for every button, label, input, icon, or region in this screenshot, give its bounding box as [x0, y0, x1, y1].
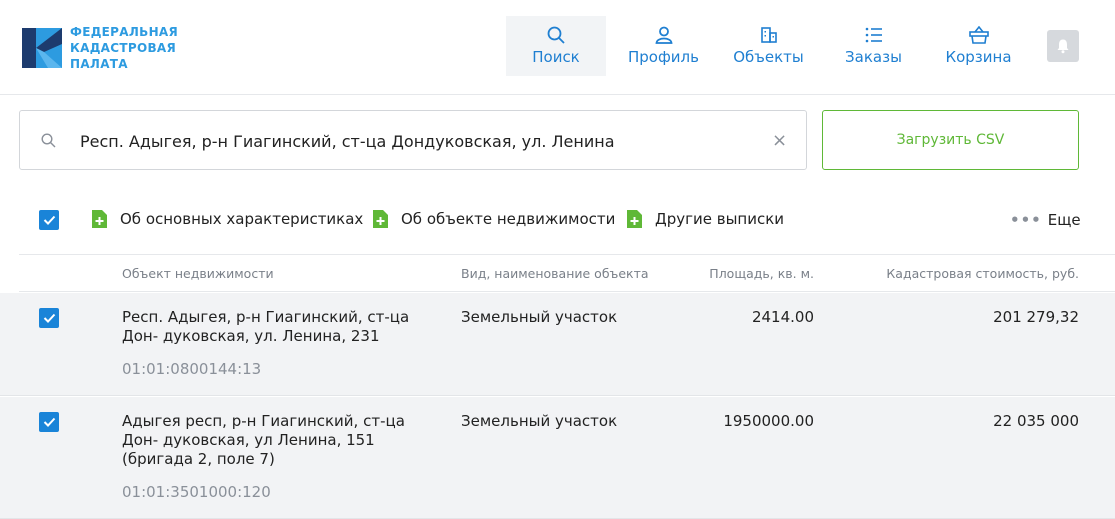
row-checkbox[interactable] [39, 412, 59, 432]
order-other-extracts[interactable]: Другие выписки [627, 210, 784, 228]
nav-profile-label: Профиль [628, 48, 699, 66]
upload-csv-button[interactable]: Загрузить CSV [822, 110, 1079, 170]
search-icon [547, 26, 565, 44]
notifications-button[interactable] [1047, 30, 1079, 62]
more-label: Еще [1047, 211, 1081, 229]
row-cost: 22 035 000 [993, 412, 1079, 430]
nav-orders[interactable]: Заказы [821, 16, 926, 76]
order-basic-characteristics[interactable]: Об основных характеристиках [92, 210, 363, 228]
document-add-icon [373, 210, 388, 228]
nav-cart-label: Корзина [945, 48, 1012, 66]
toolbar-item-label: Об основных характеристиках [120, 210, 364, 228]
row-cadastral-number: 01:01:0800144:13 [122, 360, 262, 378]
row-checkbox[interactable] [39, 308, 59, 328]
nav-orders-label: Заказы [845, 48, 902, 66]
more-button[interactable]: ••• Еще [1010, 211, 1081, 229]
clear-search-icon[interactable]: × [772, 130, 787, 151]
nav-search[interactable]: Поиск [506, 16, 606, 76]
column-header-cost[interactable]: Кадастровая стоимость, руб. [886, 266, 1079, 281]
search-input[interactable] [80, 125, 760, 157]
main-nav: Поиск Профиль Объекты Заказы Корзина [506, 16, 1031, 76]
row-cost: 201 279,32 [993, 308, 1079, 326]
more-dots-icon: ••• [1010, 211, 1042, 229]
column-header-object[interactable]: Объект недвижимости [122, 266, 274, 281]
actions-toolbar: Об основных характеристиках Об объекте н… [0, 196, 1115, 244]
bell-icon [1057, 39, 1069, 54]
row-kind: Земельный участок [461, 308, 618, 326]
nav-objects-label: Объекты [733, 48, 804, 66]
document-add-icon [92, 210, 107, 228]
table-header: Объект недвижимости Вид, наименование об… [19, 254, 1115, 292]
select-all-checkbox[interactable] [39, 210, 59, 230]
search-icon [41, 133, 56, 148]
row-address: Респ. Адыгея, р-н Гиагинский, ст-ца Дон-… [122, 308, 410, 345]
logo[interactable]: ФЕДЕРАЛЬНАЯ КАДАСТРОВАЯ ПАЛАТА [22, 24, 200, 72]
app-header: ФЕДЕРАЛЬНАЯ КАДАСТРОВАЯ ПАЛАТА Поиск Про… [0, 0, 1115, 95]
toolbar-item-label: Другие выписки [655, 210, 785, 228]
list-icon [865, 27, 882, 43]
buildings-icon [760, 27, 777, 43]
logo-text: ФЕДЕРАЛЬНАЯ КАДАСТРОВАЯ ПАЛАТА [70, 25, 179, 71]
row-address: Адыгея респ, р-н Гиагинский, ст-ца Дон- … [122, 412, 405, 468]
checkmark-icon [43, 215, 55, 225]
column-header-kind[interactable]: Вид, наименование объекта [461, 266, 649, 281]
table-row[interactable]: Адыгея респ, р-н Гиагинский, ст-ца Дон- … [0, 397, 1115, 519]
nav-search-label: Поиск [532, 48, 580, 66]
row-kind: Земельный участок [461, 412, 618, 430]
order-object-extract[interactable]: Об объекте недвижимости [373, 210, 615, 228]
row-area: 1950000.00 [723, 412, 814, 430]
column-header-area[interactable]: Площадь, кв. м. [709, 266, 814, 281]
checkmark-icon [43, 313, 55, 323]
basket-icon [968, 26, 989, 44]
checkmark-icon [43, 417, 55, 427]
user-icon [655, 26, 672, 44]
nav-cart[interactable]: Корзина [926, 16, 1031, 76]
toolbar-item-label: Об объекте недвижимости [401, 210, 616, 228]
nav-profile[interactable]: Профиль [611, 16, 716, 76]
search-box: × [19, 110, 807, 170]
table-row[interactable]: Респ. Адыгея, р-н Гиагинский, ст-ца Дон-… [0, 293, 1115, 396]
row-area: 2414.00 [751, 308, 814, 326]
row-cadastral-number: 01:01:3501000:120 [122, 483, 271, 501]
nav-objects[interactable]: Объекты [716, 16, 821, 76]
logo-mark-icon [22, 28, 62, 68]
document-add-icon [627, 210, 642, 228]
